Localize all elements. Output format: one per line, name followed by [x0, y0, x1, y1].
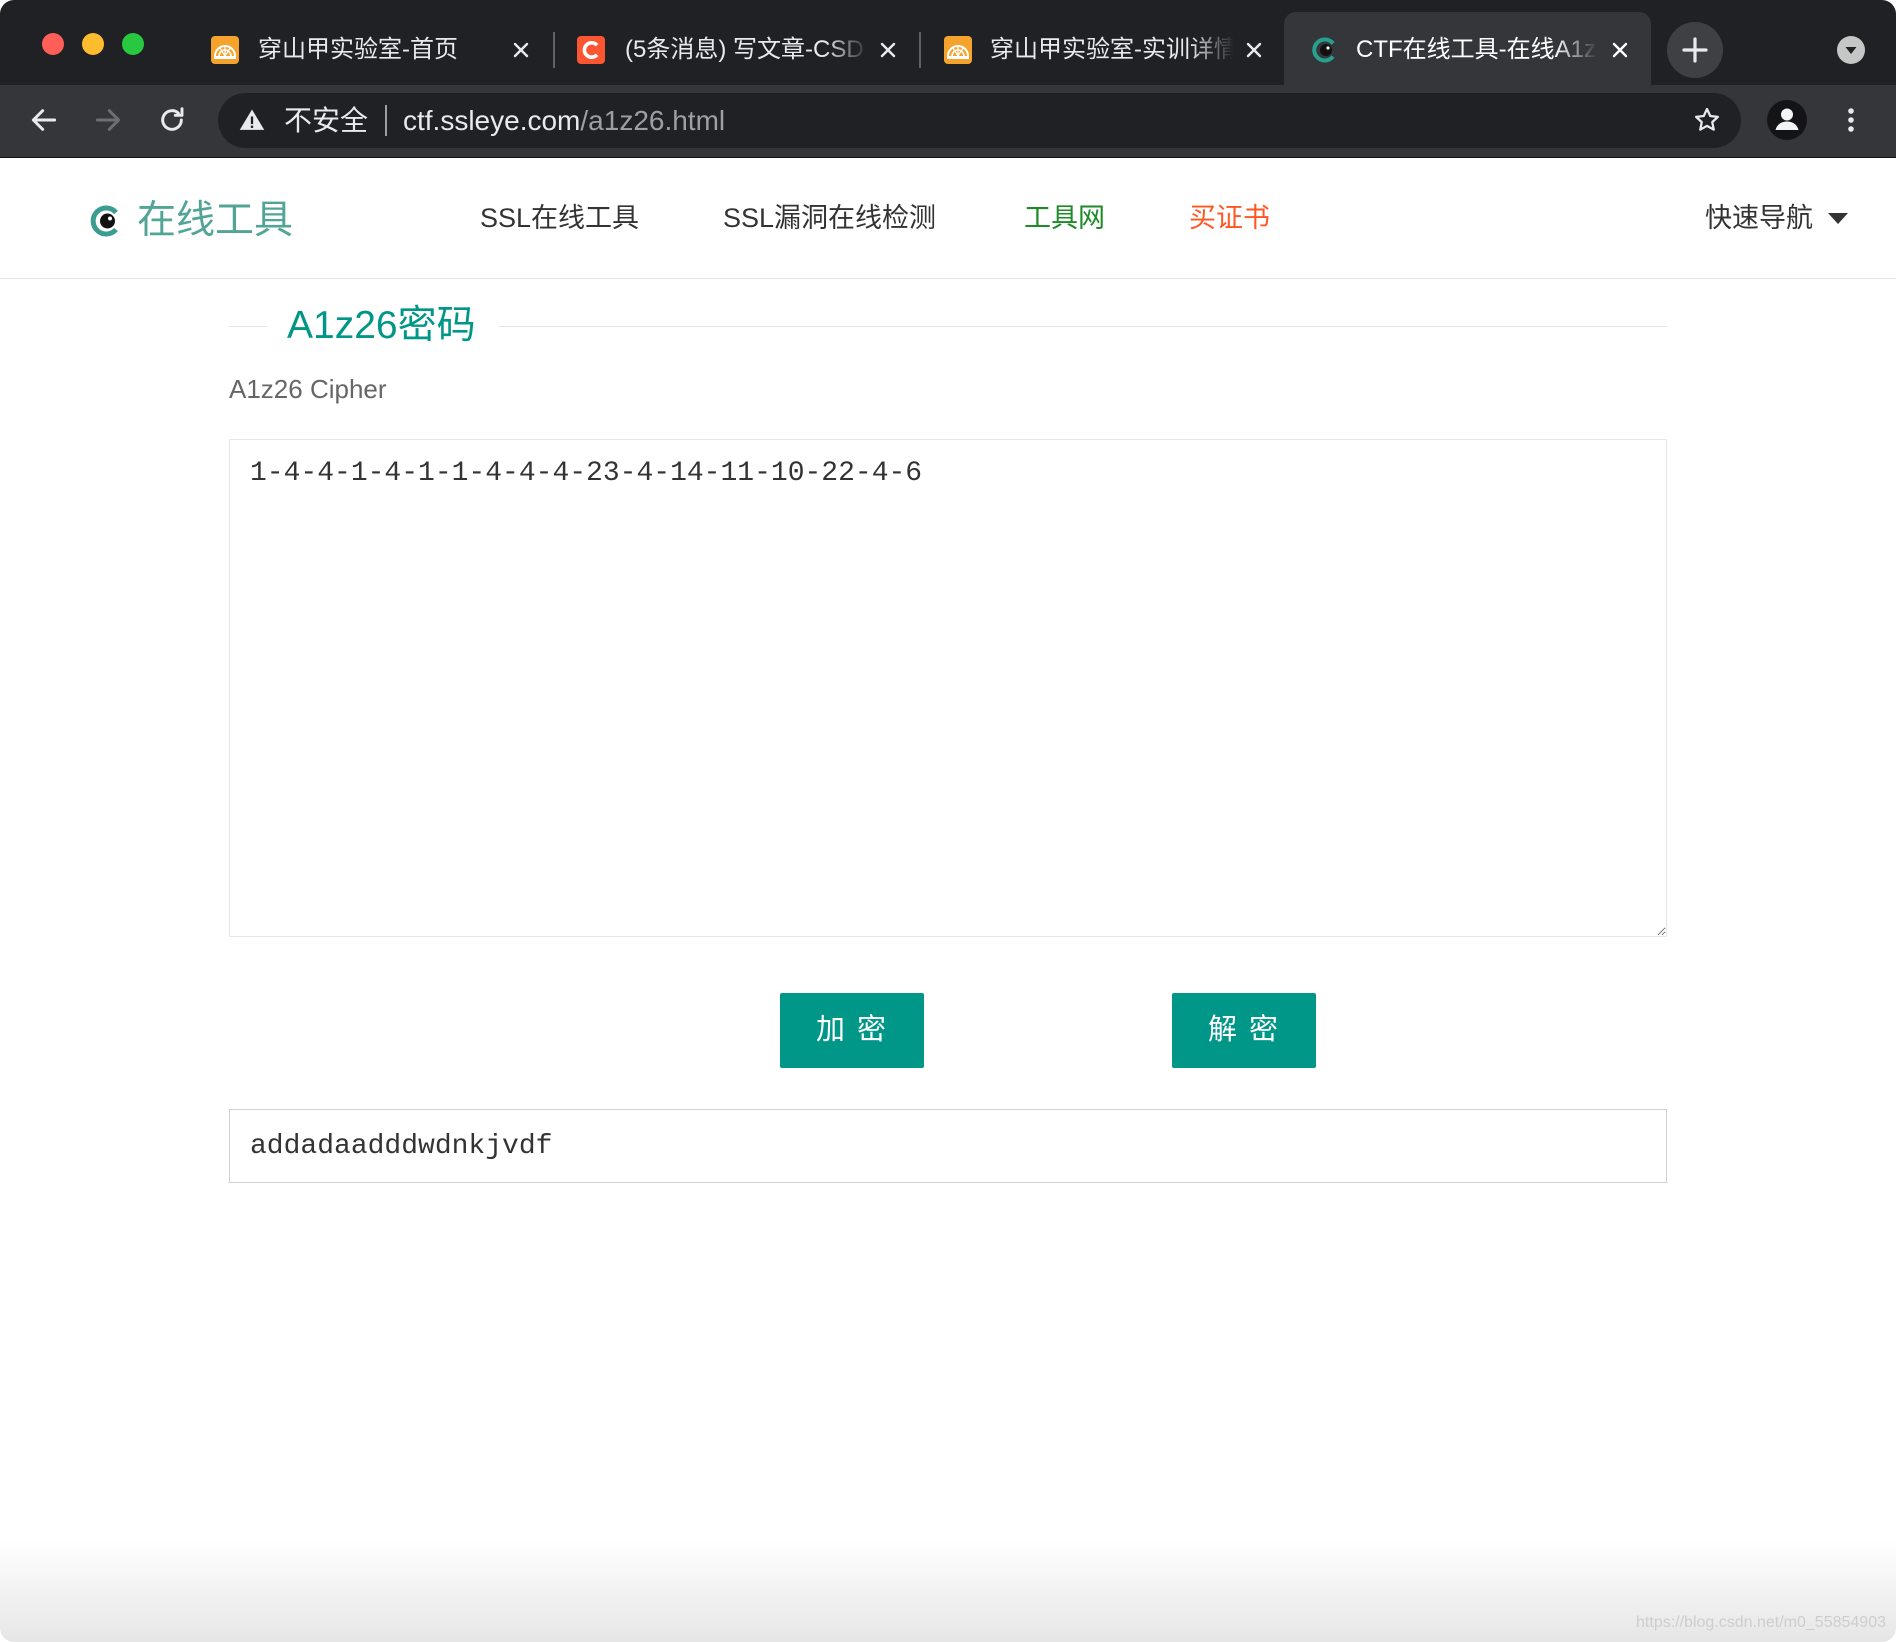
forward-arrow-icon[interactable]	[92, 104, 124, 136]
ssleye-favicon-icon	[1312, 37, 1335, 63]
csdn-watermark: https://blog.csdn.net/m0_55854903	[1636, 1614, 1886, 1631]
quick-nav-dropdown[interactable]: 快速导航	[1705, 198, 1813, 238]
tab-title: 穿山甲实验室-首页	[258, 36, 458, 63]
tab-title: CTF在线工具-在线A1z	[1356, 36, 1596, 63]
plus-icon	[1682, 37, 1708, 63]
legend-line-left	[229, 326, 267, 327]
pangolin-lab-favicon-icon	[211, 36, 239, 64]
cipher-input-textarea[interactable]: 1-4-4-1-4-1-1-4-4-4-23-4-14-11-10-22-4-6	[229, 439, 1667, 937]
window-minimize-button[interactable]	[82, 33, 104, 55]
close-icon[interactable]	[878, 40, 898, 60]
browser-toolbar: 不安全 ctf.ssleye.com/a1z26.html	[0, 85, 1896, 158]
close-icon[interactable]	[511, 40, 531, 60]
browser-tab-2[interactable]: (5条消息) 写文章-CSD	[557, 12, 918, 85]
warning-icon[interactable]	[238, 106, 266, 134]
site-logo-text[interactable]: 在线工具	[137, 196, 293, 246]
encrypt-button[interactable]: 加 密	[780, 993, 924, 1068]
pangolin-lab-favicon-icon	[944, 36, 972, 64]
nav-link-ssl-vuln-check[interactable]: SSL漏洞在线检测	[723, 198, 936, 238]
tab-title: 穿山甲实验室-实训详情	[990, 36, 1234, 63]
window-zoom-button[interactable]	[122, 33, 144, 55]
tab-separator	[553, 32, 555, 68]
browser-window: 穿山甲实验室-首页 (5条消息) 写文章-CSD 穿山甲实验室-实训详情 CTF…	[0, 0, 1896, 1642]
star-icon[interactable]	[1692, 105, 1722, 135]
decrypt-button[interactable]: 解 密	[1172, 993, 1316, 1068]
url-path: /a1z26.html	[580, 105, 726, 136]
close-icon[interactable]	[1610, 40, 1630, 60]
legend-line-right	[499, 326, 1667, 327]
avatar-icon[interactable]	[1766, 99, 1808, 141]
browser-tab-3[interactable]: 穿山甲实验室-实训详情	[923, 12, 1281, 85]
address-separator	[385, 105, 387, 136]
window-bottom-shadow	[0, 1540, 1896, 1642]
tool-title: A1z26密码	[287, 304, 476, 347]
back-arrow-icon[interactable]	[28, 104, 60, 136]
url-host: ctf.ssleye.com	[403, 105, 581, 136]
chevron-down-icon[interactable]	[1837, 36, 1865, 64]
kebab-menu-icon[interactable]	[1841, 105, 1861, 135]
reload-icon[interactable]	[156, 104, 188, 136]
caret-down-icon[interactable]	[1828, 213, 1848, 224]
site-header: 在线工具 SSL在线工具 SSL漏洞在线检测 工具网 买证书 快速导航	[0, 158, 1896, 279]
browser-tab-4-active[interactable]: CTF在线工具-在线A1z	[1284, 12, 1651, 85]
url-text[interactable]: ctf.ssleye.com/a1z26.html	[403, 93, 725, 148]
address-bar[interactable]: 不安全 ctf.ssleye.com/a1z26.html	[218, 93, 1741, 148]
result-output-field[interactable]	[229, 1109, 1667, 1183]
csdn-favicon-icon	[577, 36, 605, 64]
browser-tab-1[interactable]: 穿山甲实验室-首页	[193, 12, 544, 85]
security-label[interactable]: 不安全	[284, 93, 368, 148]
tab-title: (5条消息) 写文章-CSD	[625, 36, 864, 63]
tab-strip: 穿山甲实验室-首页 (5条消息) 写文章-CSD 穿山甲实验室-实训详情 CTF…	[0, 0, 1896, 85]
nav-link-tool-site[interactable]: 工具网	[1024, 198, 1105, 238]
new-tab-button[interactable]	[1667, 22, 1723, 78]
eye-logo-icon[interactable]	[89, 204, 123, 238]
tab-separator	[919, 32, 921, 68]
nav-link-ssl-tools[interactable]: SSL在线工具	[480, 198, 639, 238]
tool-subtitle: A1z26 Cipher	[229, 374, 387, 404]
window-close-button[interactable]	[42, 33, 64, 55]
nav-link-buy-certificate[interactable]: 买证书	[1189, 198, 1270, 238]
close-icon[interactable]	[1244, 40, 1264, 60]
